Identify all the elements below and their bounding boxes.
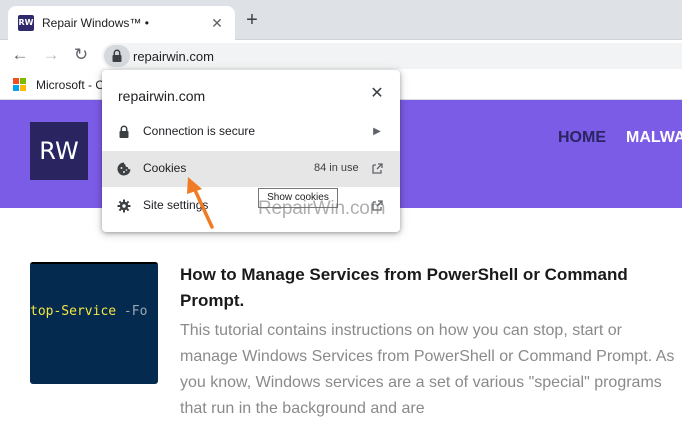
browser-toolbar: ← → ↻ repairwin.com xyxy=(0,40,682,70)
back-icon[interactable]: ← xyxy=(9,44,31,66)
article-excerpt: This tutorial contains instructions on h… xyxy=(180,322,675,417)
thumbnail-border xyxy=(30,262,158,264)
popup-row-connection[interactable]: Connection is secure ▶ xyxy=(102,114,400,150)
url-text: repairwin.com xyxy=(133,49,214,64)
code-command: top-Service xyxy=(30,304,117,319)
close-icon[interactable]: ✕ xyxy=(368,85,386,103)
popup-row-cookies[interactable]: Cookies 84 in use xyxy=(102,151,400,187)
address-bar[interactable]: repairwin.com xyxy=(102,43,682,69)
nav-home[interactable]: HOME xyxy=(558,129,606,147)
reload-icon[interactable]: ↻ xyxy=(70,44,92,66)
lock-icon xyxy=(119,125,129,138)
annotation-arrow-icon xyxy=(187,177,214,229)
site-info-button[interactable] xyxy=(104,45,130,67)
lock-icon xyxy=(112,49,122,62)
bookmark-microsoft[interactable]: Microsoft - O xyxy=(36,78,105,92)
tab-strip: RW Repair Windows™ • ✕ + xyxy=(0,0,682,40)
open-in-new-icon[interactable] xyxy=(368,160,386,178)
popup-domain: repairwin.com xyxy=(118,88,206,104)
site-favicon-icon: RW xyxy=(18,15,34,31)
nav-malware[interactable]: MALWA xyxy=(626,129,682,147)
site-logo[interactable]: RW xyxy=(30,122,88,180)
tab-repair-windows[interactable]: RW Repair Windows™ • ✕ xyxy=(8,6,235,40)
chevron-right-icon: ▶ xyxy=(373,126,381,137)
cookie-icon xyxy=(117,162,131,176)
article-title[interactable]: How to Manage Services from PowerShell o… xyxy=(180,262,670,314)
article-thumbnail[interactable]: top-Service -Fo xyxy=(30,262,158,384)
forward-icon[interactable]: → xyxy=(40,44,62,66)
tab-title: Repair Windows™ • xyxy=(42,16,149,30)
row-label: Cookies xyxy=(143,161,187,175)
gear-icon xyxy=(117,199,131,213)
microsoft-logo-icon xyxy=(13,78,27,92)
code-param: -Fo xyxy=(116,304,148,319)
thumbnail-code: top-Service -Fo xyxy=(30,304,147,319)
cookies-count: 84 in use xyxy=(314,162,359,174)
row-label: Connection is secure xyxy=(143,124,256,138)
close-icon[interactable]: ✕ xyxy=(208,14,226,32)
watermark: RepairWin.com xyxy=(258,198,386,219)
new-tab-icon[interactable]: + xyxy=(242,10,262,30)
